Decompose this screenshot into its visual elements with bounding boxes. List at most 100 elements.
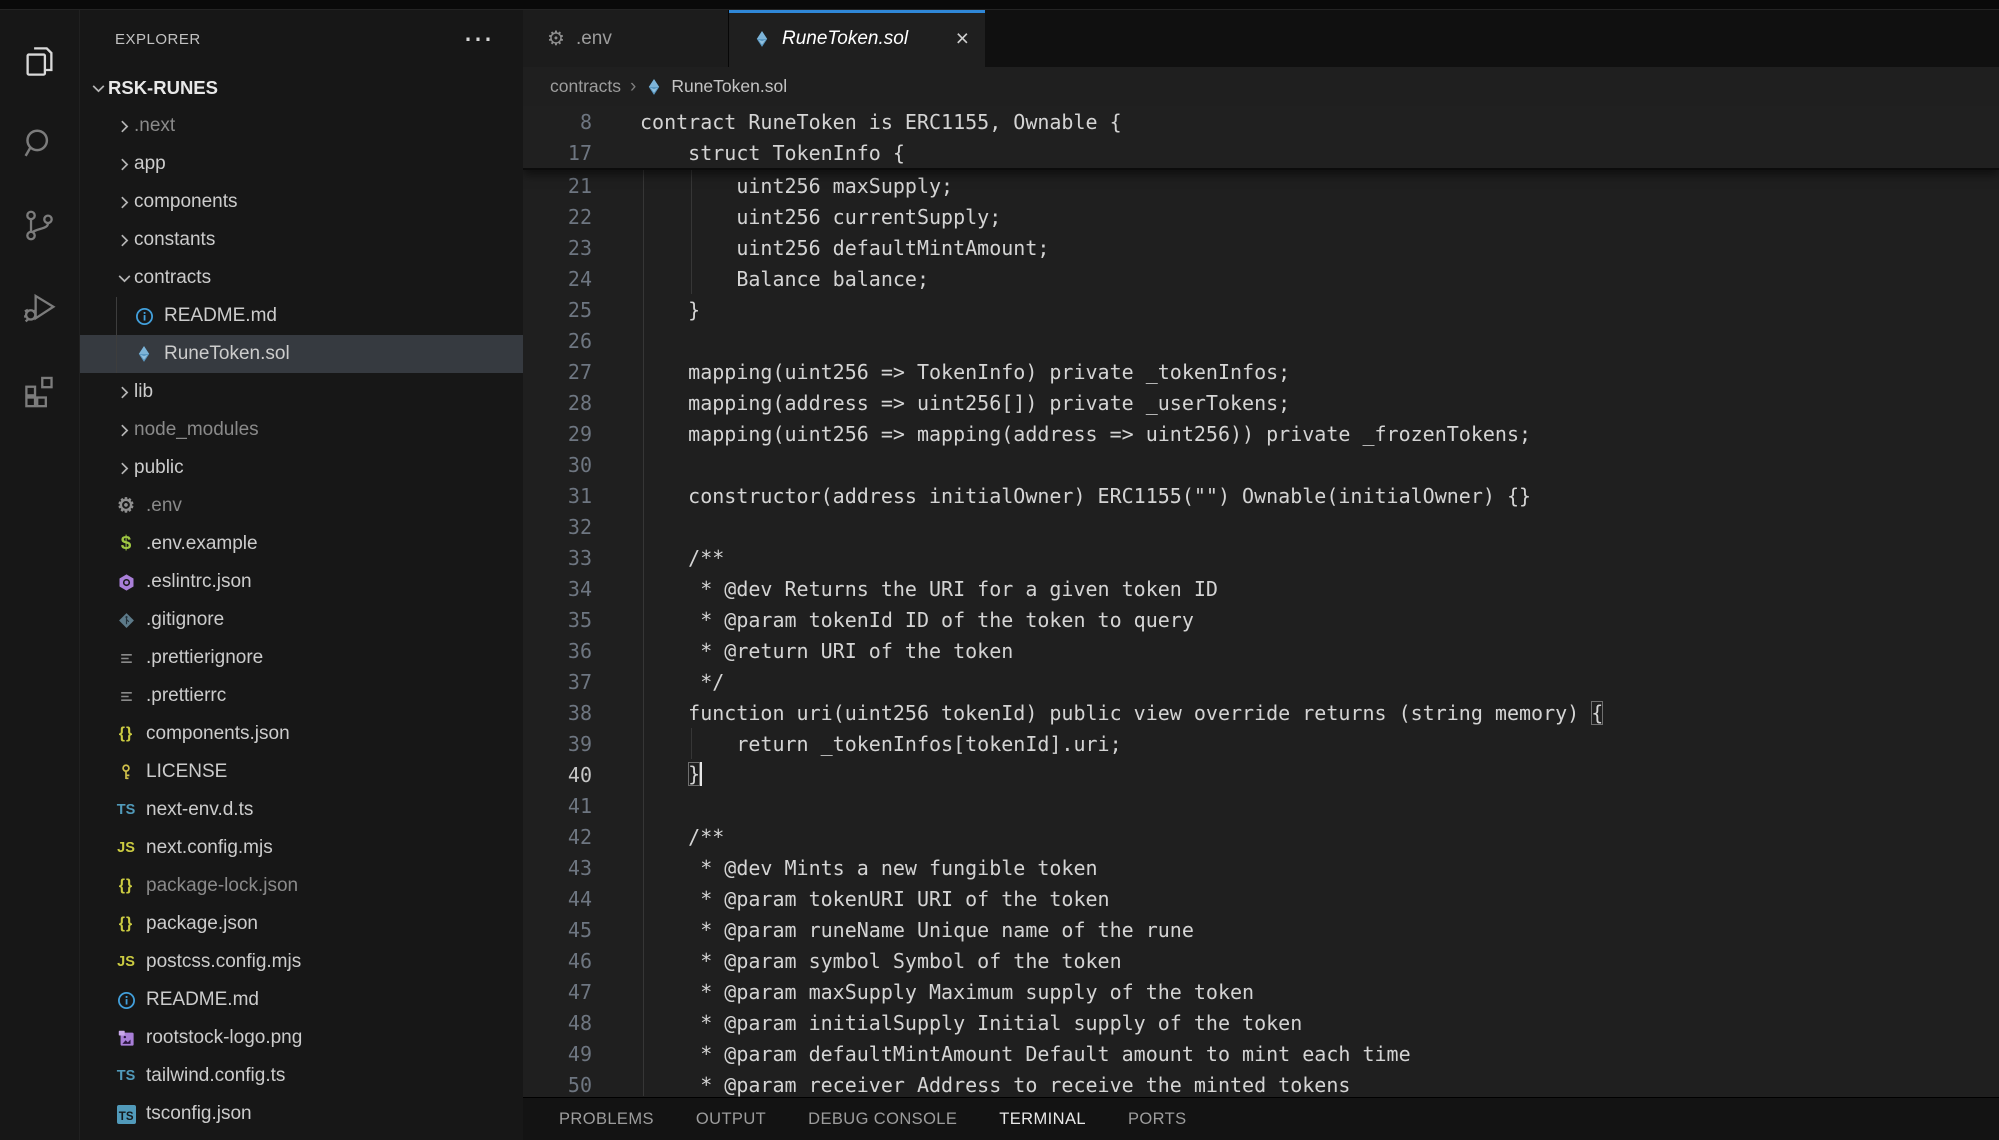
activity-explorer-button[interactable] (0, 20, 79, 102)
tree-folder-lib[interactable]: lib (80, 373, 523, 411)
code-line-34[interactable]: 34 * @dev Returns the URI for a given to… (523, 573, 1999, 604)
panel-tab-terminal[interactable]: TERMINAL (999, 1110, 1086, 1129)
code-line-22[interactable]: 22 uint256 currentSupply; (523, 201, 1999, 232)
tree-file-next-env-d-ts[interactable]: TSnext-env.d.ts (80, 791, 523, 829)
activity-search-button[interactable] (0, 102, 79, 184)
code-line-43[interactable]: 43 * @dev Mints a new fungible token (523, 852, 1999, 883)
tree-file--prettierignore[interactable]: .prettierignore (80, 639, 523, 677)
code-line-50[interactable]: 50 * @param receiver Address to receive … (523, 1069, 1999, 1097)
line-number: 33 (523, 546, 592, 570)
close-icon[interactable]: × (956, 27, 969, 50)
line-text: /** (640, 546, 724, 570)
code-line-42[interactable]: 42 /** (523, 821, 1999, 852)
line-number: 43 (523, 856, 592, 880)
window-top-strip (0, 0, 1999, 10)
tree-file-rootstock-logo-png[interactable]: rootstock-logo.png (80, 1019, 523, 1057)
panel-tab-debug-console[interactable]: DEBUG CONSOLE (808, 1110, 957, 1129)
code-line-32[interactable]: 32 (523, 511, 1999, 542)
code-line-38[interactable]: 38 function uri(uint256 tokenId) public … (523, 697, 1999, 728)
code-line-21[interactable]: 21 uint256 maxSupply; (523, 170, 1999, 201)
more-actions-icon[interactable]: ⋯ (463, 33, 493, 47)
sidebar-title: EXPLORER (115, 31, 201, 48)
info-file-icon (132, 304, 156, 328)
tree-folder--next[interactable]: .next (80, 107, 523, 145)
tree-item-label: LICENSE (146, 761, 227, 783)
code-line-36[interactable]: 36 * @return URI of the token (523, 635, 1999, 666)
line-text: */ (640, 670, 724, 694)
tree-indent-guide (116, 297, 117, 373)
line-number: 48 (523, 1011, 592, 1035)
line-text: uint256 currentSupply; (640, 205, 1001, 229)
code-line-31[interactable]: 31 constructor(address initialOwner) ERC… (523, 480, 1999, 511)
code-line-48[interactable]: 48 * @param initialSupply Initial supply… (523, 1007, 1999, 1038)
activity-source-control-button[interactable] (0, 184, 79, 266)
activity-run-debug-button[interactable] (0, 266, 79, 348)
tree-file-package-json[interactable]: {}package.json (80, 905, 523, 943)
panel-tab-ports[interactable]: PORTS (1128, 1110, 1187, 1129)
tree-file-readme-md[interactable]: README.md (80, 981, 523, 1019)
line-number: 49 (523, 1042, 592, 1066)
tab--env[interactable]: ⚙.env (523, 10, 729, 67)
code-editor[interactable]: 8contract RuneToken is ERC1155, Ownable … (523, 106, 1999, 1097)
tree-file-components-json[interactable]: {}components.json (80, 715, 523, 753)
tree-folder-components[interactable]: components (80, 183, 523, 221)
tree-file-tsconfig-json[interactable]: TStsconfig.json (80, 1095, 523, 1133)
code-line-39[interactable]: 39 return _tokenInfos[tokenId].uri; (523, 728, 1999, 759)
code-line-35[interactable]: 35 * @param tokenId ID of the token to q… (523, 604, 1999, 635)
code-line-46[interactable]: 46 * @param symbol Symbol of the token (523, 945, 1999, 976)
tab-label: .env (576, 28, 612, 50)
line-number: 26 (523, 329, 592, 353)
tree-file-readme-md[interactable]: README.md (80, 297, 523, 335)
tree-file-runetoken-sol[interactable]: RuneToken.sol (80, 335, 523, 373)
tree-item-label: tsconfig.json (146, 1103, 252, 1125)
code-line-30[interactable]: 30 (523, 449, 1999, 480)
tree-item-label: README.md (146, 989, 259, 1011)
run-debug-icon (21, 289, 58, 326)
line-number: 44 (523, 887, 592, 911)
tree-folder-public[interactable]: public (80, 449, 523, 487)
tree-folder-rsk-runes[interactable]: RSK-RUNES (80, 69, 523, 107)
tree-file--prettierrc[interactable]: .prettierrc (80, 677, 523, 715)
tree-file-tailwind-config-ts[interactable]: TStailwind.config.ts (80, 1057, 523, 1095)
tree-file--env-example[interactable]: $.env.example (80, 525, 523, 563)
breadcrumb-item-contracts[interactable]: contracts (550, 76, 621, 97)
code-line-47[interactable]: 47 * @param maxSupply Maximum supply of … (523, 976, 1999, 1007)
code-line-28[interactable]: 28 mapping(address => uint256[]) private… (523, 387, 1999, 418)
explorer-sidebar: EXPLORER ⋯ RSK-RUNES.nextappcomponents co… (80, 10, 523, 1140)
sticky-line-17[interactable]: 17 struct TokenInfo { (523, 137, 1999, 168)
code-line-40[interactable]: 40 } (523, 759, 1999, 790)
code-line-44[interactable]: 44 * @param tokenURI URI of the token (523, 883, 1999, 914)
code-line-37[interactable]: 37 */ (523, 666, 1999, 697)
tree-folder-app[interactable]: app (80, 145, 523, 183)
code-line-29[interactable]: 29 mapping(uint256 => mapping(address =>… (523, 418, 1999, 449)
tree-folder-contracts[interactable]: contracts (80, 259, 523, 297)
tree-folder-node-modules[interactable]: node_modules (80, 411, 523, 449)
sticky-line-8[interactable]: 8contract RuneToken is ERC1155, Ownable … (523, 106, 1999, 137)
tree-file-next-config-mjs[interactable]: JSnext.config.mjs (80, 829, 523, 867)
breadcrumb-item-runetoken-sol[interactable]: RuneToken.sol (645, 76, 787, 97)
tab-runetoken-sol[interactable]: RuneToken.sol× (729, 10, 985, 67)
tree-file--gitignore[interactable]: .gitignore (80, 601, 523, 639)
code-line-27[interactable]: 27 mapping(uint256 => TokenInfo) private… (523, 356, 1999, 387)
code-line-45[interactable]: 45 * @param runeName Unique name of the … (523, 914, 1999, 945)
panel-tab-output[interactable]: OUTPUT (696, 1110, 766, 1129)
code-line-33[interactable]: 33 /** (523, 542, 1999, 573)
tree-folder-constants[interactable]: constants (80, 221, 523, 259)
tree-file-license[interactable]: LICENSE (80, 753, 523, 791)
line-text: * @param tokenURI URI of the token (640, 887, 1110, 911)
code-line-23[interactable]: 23 uint256 defaultMintAmount; (523, 232, 1999, 263)
code-line-24[interactable]: 24 Balance balance; (523, 263, 1999, 294)
tree-file-package-lock-json[interactable]: {}package-lock.json (80, 867, 523, 905)
tree-file-postcss-config-mjs[interactable]: JSpostcss.config.mjs (80, 943, 523, 981)
code-line-41[interactable]: 41 (523, 790, 1999, 821)
line-text: } (640, 298, 700, 322)
tree-file--eslintrc-json[interactable]: .eslintrc.json (80, 563, 523, 601)
code-line-26[interactable]: 26 (523, 325, 1999, 356)
code-line-49[interactable]: 49 * @param defaultMintAmount Default am… (523, 1038, 1999, 1069)
info-file-icon (114, 988, 138, 1012)
tree-file--env[interactable]: ⚙.env (80, 487, 523, 525)
tree-item-label: constants (134, 229, 215, 251)
activity-extensions-button[interactable] (0, 348, 79, 430)
code-line-25[interactable]: 25 } (523, 294, 1999, 325)
panel-tab-problems[interactable]: PROBLEMS (559, 1110, 654, 1129)
